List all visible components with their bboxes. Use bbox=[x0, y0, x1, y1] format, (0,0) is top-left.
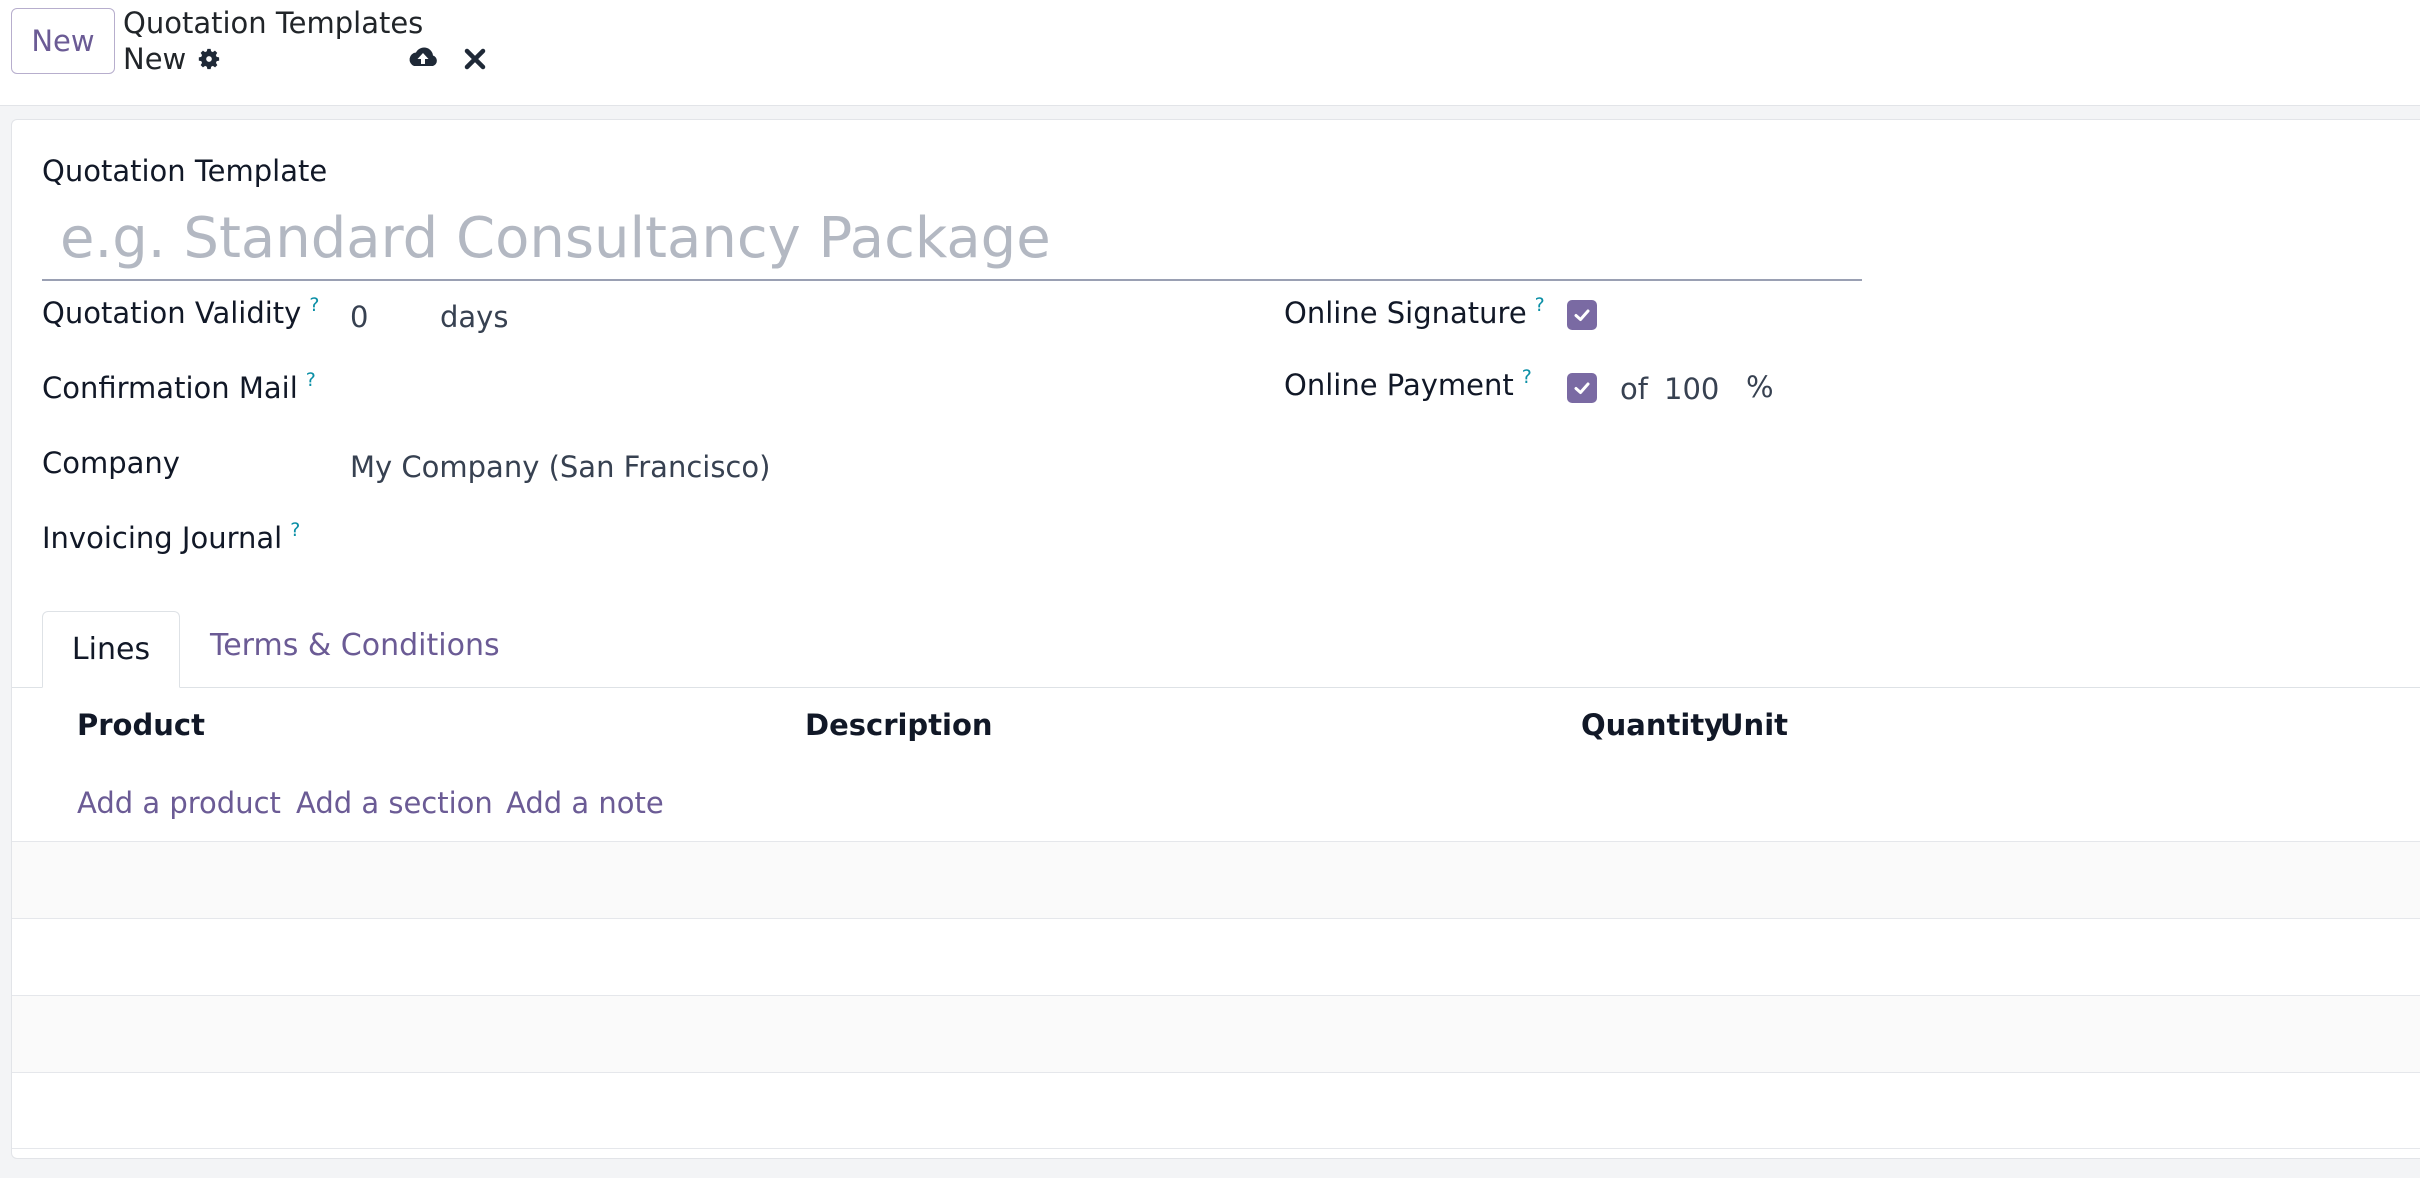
breadcrumb-parent[interactable]: Quotation Templates bbox=[123, 6, 423, 40]
save-cloud-icon[interactable] bbox=[406, 44, 440, 72]
help-icon[interactable]: ? bbox=[309, 294, 319, 316]
payment-of-text: of bbox=[1620, 372, 1648, 406]
column-header-product[interactable]: Product bbox=[77, 708, 205, 742]
help-icon[interactable]: ? bbox=[306, 369, 316, 391]
validity-days-input[interactable]: 0 bbox=[350, 300, 410, 334]
confirmation-mail-select[interactable] bbox=[350, 365, 1250, 410]
table-row bbox=[12, 841, 2420, 918]
new-button[interactable]: New bbox=[11, 8, 115, 74]
check-icon bbox=[1574, 382, 1590, 394]
percent-unit: % bbox=[1746, 370, 1774, 404]
table-row bbox=[12, 995, 2420, 1072]
quotation-validity-label: Quotation Validity? bbox=[42, 294, 320, 330]
company-label: Company bbox=[42, 446, 180, 480]
invoicing-journal-label: Invoicing Journal? bbox=[42, 519, 301, 555]
company-select[interactable]: My Company (San Francisco) bbox=[350, 450, 770, 484]
column-header-unit[interactable]: Unit bbox=[1720, 708, 1788, 742]
form-sheet: Quotation Template e.g. Standard Consult… bbox=[11, 119, 2420, 1159]
online-signature-label: Online Signature? bbox=[1284, 294, 1545, 330]
help-icon[interactable]: ? bbox=[290, 519, 300, 541]
help-icon[interactable]: ? bbox=[1535, 294, 1545, 316]
column-header-quantity[interactable]: Quantity bbox=[1581, 708, 1723, 742]
table-row bbox=[12, 1072, 2420, 1149]
prepayment-percent-input[interactable]: 100 bbox=[1664, 372, 1744, 406]
tabs-divider bbox=[12, 687, 2420, 688]
online-payment-checkbox[interactable] bbox=[1567, 373, 1597, 403]
breadcrumb-current: New bbox=[123, 42, 187, 76]
add-product-link[interactable]: Add a product bbox=[77, 786, 281, 820]
tab-terms-conditions[interactable]: Terms & Conditions bbox=[210, 628, 500, 663]
table-row bbox=[12, 918, 2420, 995]
add-note-link[interactable]: Add a note bbox=[506, 786, 664, 820]
column-header-description[interactable]: Description bbox=[805, 708, 993, 742]
check-icon bbox=[1574, 309, 1590, 321]
validity-unit: days bbox=[440, 300, 509, 334]
gear-icon[interactable] bbox=[196, 46, 222, 72]
discard-x-icon[interactable] bbox=[463, 47, 487, 71]
online-payment-label: Online Payment? bbox=[1284, 366, 1532, 402]
control-panel: New Quotation Templates New bbox=[0, 0, 2420, 106]
add-section-link[interactable]: Add a section bbox=[296, 786, 493, 820]
invoicing-journal-select[interactable] bbox=[350, 515, 1250, 560]
help-icon[interactable]: ? bbox=[1522, 366, 1532, 388]
template-name-input[interactable]: e.g. Standard Consultancy Package bbox=[42, 200, 1862, 281]
tab-lines[interactable]: Lines bbox=[42, 611, 180, 688]
online-signature-checkbox[interactable] bbox=[1567, 300, 1597, 330]
confirmation-mail-label: Confirmation Mail? bbox=[42, 369, 316, 405]
template-name-label: Quotation Template bbox=[42, 154, 328, 188]
